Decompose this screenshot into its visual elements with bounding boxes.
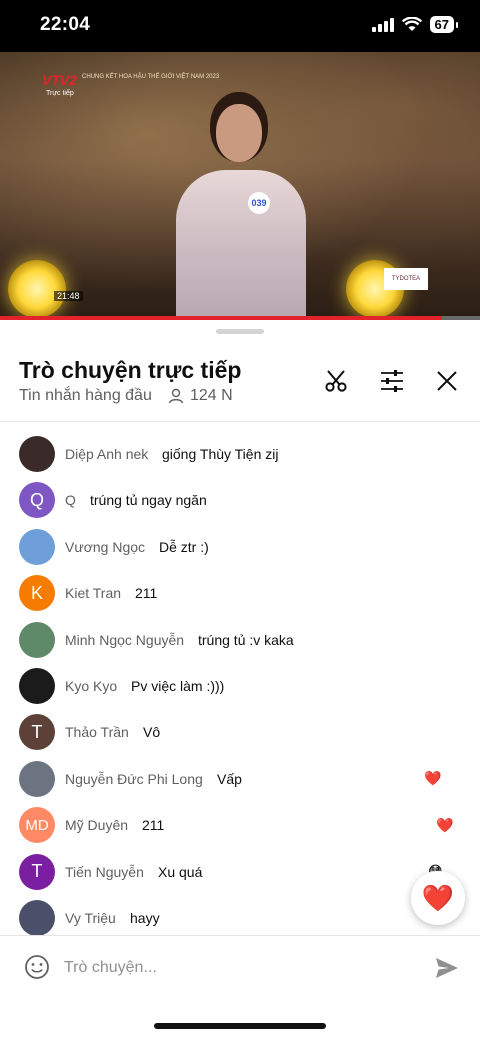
clip-button[interactable] xyxy=(319,364,353,398)
battery-indicator: 67 xyxy=(429,16,459,33)
wifi-icon xyxy=(401,17,422,31)
message-text: Vô xyxy=(143,724,161,741)
scissors-icon xyxy=(325,370,347,392)
channel-logo: VTV2 xyxy=(42,72,78,88)
status-icons: 67 xyxy=(371,16,459,33)
message-author[interactable]: Thảo Trần xyxy=(65,724,129,740)
chat-message[interactable]: Vương Ngọc Dễ ztr :) xyxy=(0,527,480,567)
avatar[interactable] xyxy=(19,760,55,797)
avatar[interactable] xyxy=(19,528,55,565)
chat-message[interactable]: Kyo Kyo Pv việc làm :))) xyxy=(0,666,480,706)
message-text: hayy xyxy=(130,910,160,926)
avatar[interactable]: MD xyxy=(19,807,55,844)
message-text: giống Thùy Tiện zij xyxy=(162,446,279,462)
person-icon xyxy=(168,388,184,404)
avatar[interactable] xyxy=(19,436,55,472)
heart-icon: ❤️ xyxy=(421,882,455,913)
chat-message[interactable]: Minh Ngọc Nguyễn trúng tủ :v kaka xyxy=(0,620,480,660)
message-text: trúng tủ :v kaka xyxy=(198,631,294,648)
avatar[interactable] xyxy=(19,668,55,704)
avatar[interactable] xyxy=(19,621,55,658)
message-text: Pv việc làm :))) xyxy=(131,678,225,694)
message-text: Xu quá xyxy=(158,863,203,880)
message-author[interactable]: Q xyxy=(65,492,76,508)
avatar[interactable]: T xyxy=(19,853,55,890)
contestant-head xyxy=(216,104,262,162)
message-author[interactable]: Vương Ngọc xyxy=(65,539,145,555)
contestant-number: 039 xyxy=(248,192,270,214)
live-chat-sheet: Trò chuyện trực tiếp Tin nhắn hàng đầu 1… xyxy=(0,320,480,1039)
home-indicator xyxy=(154,1023,326,1029)
chat-input-bar xyxy=(0,936,480,998)
chat-message[interactable]: K Kiet Tran 211 xyxy=(0,573,480,613)
close-icon xyxy=(437,371,457,391)
emoji-icon[interactable] xyxy=(24,954,50,980)
viewer-count-value: 124 N xyxy=(190,387,233,404)
stage-light-left xyxy=(8,260,66,318)
message-author[interactable]: Kyo Kyo xyxy=(65,678,117,694)
video-clock: 21:48 xyxy=(54,291,83,301)
message-author[interactable]: Minh Ngọc Nguyễn xyxy=(65,632,184,648)
chat-message[interactable]: Nguyễn Đức Phi Long Vấp ❤️ xyxy=(0,759,480,799)
viewer-count: 124 N xyxy=(168,387,233,405)
sponsor-logo: TYDOTEA xyxy=(384,268,428,290)
chat-message-list[interactable]: Diệp Anh nek giống Thùy Tiện zij Q Qtrúng t… xyxy=(0,422,480,935)
avatar[interactable]: T xyxy=(19,714,55,751)
sliders-icon xyxy=(381,370,403,392)
chat-message[interactable]: Diệp Anh nek giống Thùy Tiện zij xyxy=(0,434,480,474)
close-chat-button[interactable] xyxy=(430,364,464,398)
message-author[interactable]: Mỹ Duyên xyxy=(65,817,128,833)
message-author[interactable]: Nguyễn Đức Phi Long xyxy=(65,771,203,787)
avatar[interactable]: Q xyxy=(19,482,55,519)
message-text: 211 xyxy=(142,817,165,834)
message-text: 211 xyxy=(135,585,158,602)
message-author[interactable]: Vy Triệu xyxy=(65,910,116,926)
reaction-icon: ❤️ xyxy=(424,770,442,787)
status-bar: 22:04 67 xyxy=(0,0,480,52)
send-icon[interactable] xyxy=(434,955,460,981)
avatar[interactable]: K xyxy=(19,575,55,612)
chat-message[interactable]: T Thảo Trần Vô xyxy=(0,712,480,752)
message-author[interactable]: Diệp Anh nek xyxy=(65,446,148,462)
message-text: Vấp xyxy=(217,770,242,787)
chat-settings-button[interactable] xyxy=(375,364,409,398)
chat-mode-selector[interactable]: Tin nhắn hàng đầu xyxy=(19,387,152,405)
live-label: Trực tiếp xyxy=(46,90,74,97)
message-author[interactable]: Tiến Nguyễn xyxy=(65,864,144,880)
chat-message[interactable]: Q Qtrúng tủ ngay ngăn xyxy=(0,480,480,520)
signal-icon xyxy=(371,17,394,32)
chat-title: Trò chuyện trực tiếp xyxy=(19,357,242,383)
drag-handle[interactable] xyxy=(216,329,264,334)
status-time: 22:04 xyxy=(40,14,91,35)
chat-message[interactable]: MD Mỹ Duyên 211 ❤️ xyxy=(0,805,480,845)
chat-input[interactable] xyxy=(64,952,404,984)
broadcast-ticker: CHUNG KẾT HOA HẬU THẾ GIỚI VIỆT NAM 2023 xyxy=(82,74,220,80)
video-player[interactable]: 039 VTV2 Trực tiếp CHUNG KẾT HOA HẬU THẾ… xyxy=(0,52,480,320)
contestant-gown xyxy=(176,170,306,320)
message-text: trúng tủ ngay ngăn xyxy=(90,492,207,509)
avatar[interactable] xyxy=(19,900,55,935)
message-text: Dễ ztr :) xyxy=(159,538,209,555)
chat-message[interactable]: TTiến NguyễnXu quá😳 xyxy=(0,852,480,892)
reaction-button[interactable]: ❤️ xyxy=(411,871,465,925)
message-author[interactable]: Kiet Tran xyxy=(65,585,121,601)
chat-message[interactable]: Vy Triệu hayy xyxy=(0,898,480,935)
reaction-icon: ❤️ xyxy=(436,816,454,833)
